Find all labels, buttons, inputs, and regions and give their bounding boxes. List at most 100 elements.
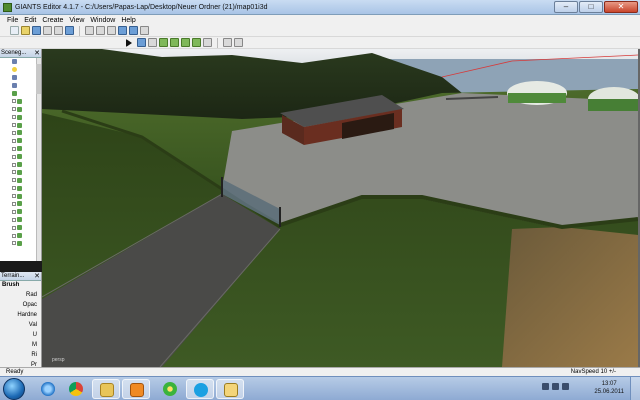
tree-node[interactable] [0,74,41,82]
3d-viewport[interactable]: persp [42,49,638,367]
snap-icon[interactable] [223,38,232,47]
undo-icon[interactable] [118,26,127,35]
tree-node[interactable] [0,184,41,192]
reload-icon[interactable] [65,26,74,35]
new-file-icon[interactable] [10,26,19,35]
expand-icon[interactable] [12,186,16,191]
expand-icon[interactable] [12,233,16,238]
expand-icon[interactable] [12,138,16,143]
scenegraph-tree[interactable] [0,58,41,261]
transform-group-icon [17,177,22,183]
menu-window[interactable]: Window [90,17,115,24]
terrain-close-button[interactable]: ✕ [34,272,40,280]
tree-node[interactable] [0,208,41,216]
menu-file[interactable]: File [7,17,18,24]
terrain-sculpt-icon[interactable] [159,38,168,47]
save-icon[interactable] [32,26,41,35]
tree-node[interactable] [0,192,41,200]
tree-node[interactable] [0,82,41,90]
maximize-button[interactable]: □ [579,1,603,13]
expand-icon[interactable] [12,107,16,112]
play-icon[interactable] [126,38,132,47]
copy-icon[interactable] [96,26,105,35]
tree-node[interactable] [0,153,41,161]
terrain-paint-icon[interactable] [170,38,179,47]
foliage-paint-icon[interactable] [181,38,190,47]
tree-node[interactable] [0,161,41,169]
menu-view[interactable]: View [69,17,84,24]
volume-icon[interactable] [562,383,569,390]
show-desktop-button[interactable] [630,377,640,400]
expand-icon[interactable] [12,201,16,206]
taskbar-chrome[interactable] [62,379,90,399]
taskbar-media[interactable] [122,379,150,399]
brush-value-label: Val [28,322,37,328]
menu-help[interactable]: Help [121,17,135,24]
taskbar-icq[interactable] [156,379,184,399]
light-icon [12,67,17,73]
scenegraph-scrollbar[interactable] [36,58,41,261]
redo-icon[interactable] [129,26,138,35]
menu-create[interactable]: Create [42,17,63,24]
taskbar-explorer[interactable] [92,379,120,399]
expand-icon[interactable] [12,170,16,175]
minimize-button[interactable]: – [554,1,578,13]
expand-icon[interactable] [12,154,16,159]
close-button[interactable]: ✕ [604,1,638,13]
tree-node[interactable] [0,137,41,145]
paste-icon[interactable] [107,26,116,35]
menu-edit[interactable]: Edit [24,17,36,24]
expand-icon[interactable] [12,217,16,222]
scenegraph-panel: Sceneg... ✕ [0,49,42,261]
expand-icon[interactable] [12,194,16,199]
tree-node[interactable] [0,224,41,232]
tree-node[interactable] [0,145,41,153]
tree-node[interactable] [0,105,41,113]
scenegraph-title: Sceneg... [1,50,27,56]
taskbar-skype[interactable] [186,379,214,399]
expand-icon[interactable] [12,241,16,246]
import-icon[interactable] [43,26,52,35]
expand-icon[interactable] [12,99,16,104]
gizmo-icon[interactable] [234,38,243,47]
expand-icon[interactable] [12,115,16,120]
select-tool-icon[interactable] [137,38,146,47]
expand-icon[interactable] [12,209,16,214]
tree-node[interactable] [0,66,41,74]
silo-base [588,99,638,111]
tree-node[interactable] [0,113,41,121]
grass-paint-icon[interactable] [192,38,201,47]
tree-node[interactable] [0,121,41,129]
clock[interactable]: 13:07 25.06.2011 [594,380,624,396]
scenegraph-close-button[interactable]: ✕ [34,49,40,57]
tree-node[interactable] [0,176,41,184]
network-icon[interactable] [542,383,549,390]
export-icon[interactable] [54,26,63,35]
open-file-icon[interactable] [21,26,30,35]
tree-node[interactable] [0,200,41,208]
tree-node[interactable] [0,168,41,176]
taskbar-giants-editor[interactable] [216,379,244,399]
battery-icon[interactable] [552,383,559,390]
tray-icons [542,383,569,390]
taskbar-ie[interactable] [34,379,62,399]
windows-start-icon[interactable] [3,378,25,400]
tree-node[interactable] [0,58,41,66]
cut-icon[interactable] [85,26,94,35]
move-tool-icon[interactable] [148,38,157,47]
expand-icon[interactable] [12,225,16,230]
tree-node[interactable] [0,239,41,247]
scrollbar-thumb[interactable] [36,64,41,94]
tree-node[interactable] [0,97,41,105]
expand-icon[interactable] [12,146,16,151]
texture-paint-icon[interactable] [203,38,212,47]
expand-icon[interactable] [12,162,16,167]
tree-node[interactable] [0,129,41,137]
settings-icon[interactable] [140,26,149,35]
tree-node[interactable] [0,232,41,240]
tree-node[interactable] [0,90,41,98]
tree-node[interactable] [0,216,41,224]
expand-icon[interactable] [12,123,16,128]
expand-icon[interactable] [12,178,16,183]
expand-icon[interactable] [12,130,16,135]
